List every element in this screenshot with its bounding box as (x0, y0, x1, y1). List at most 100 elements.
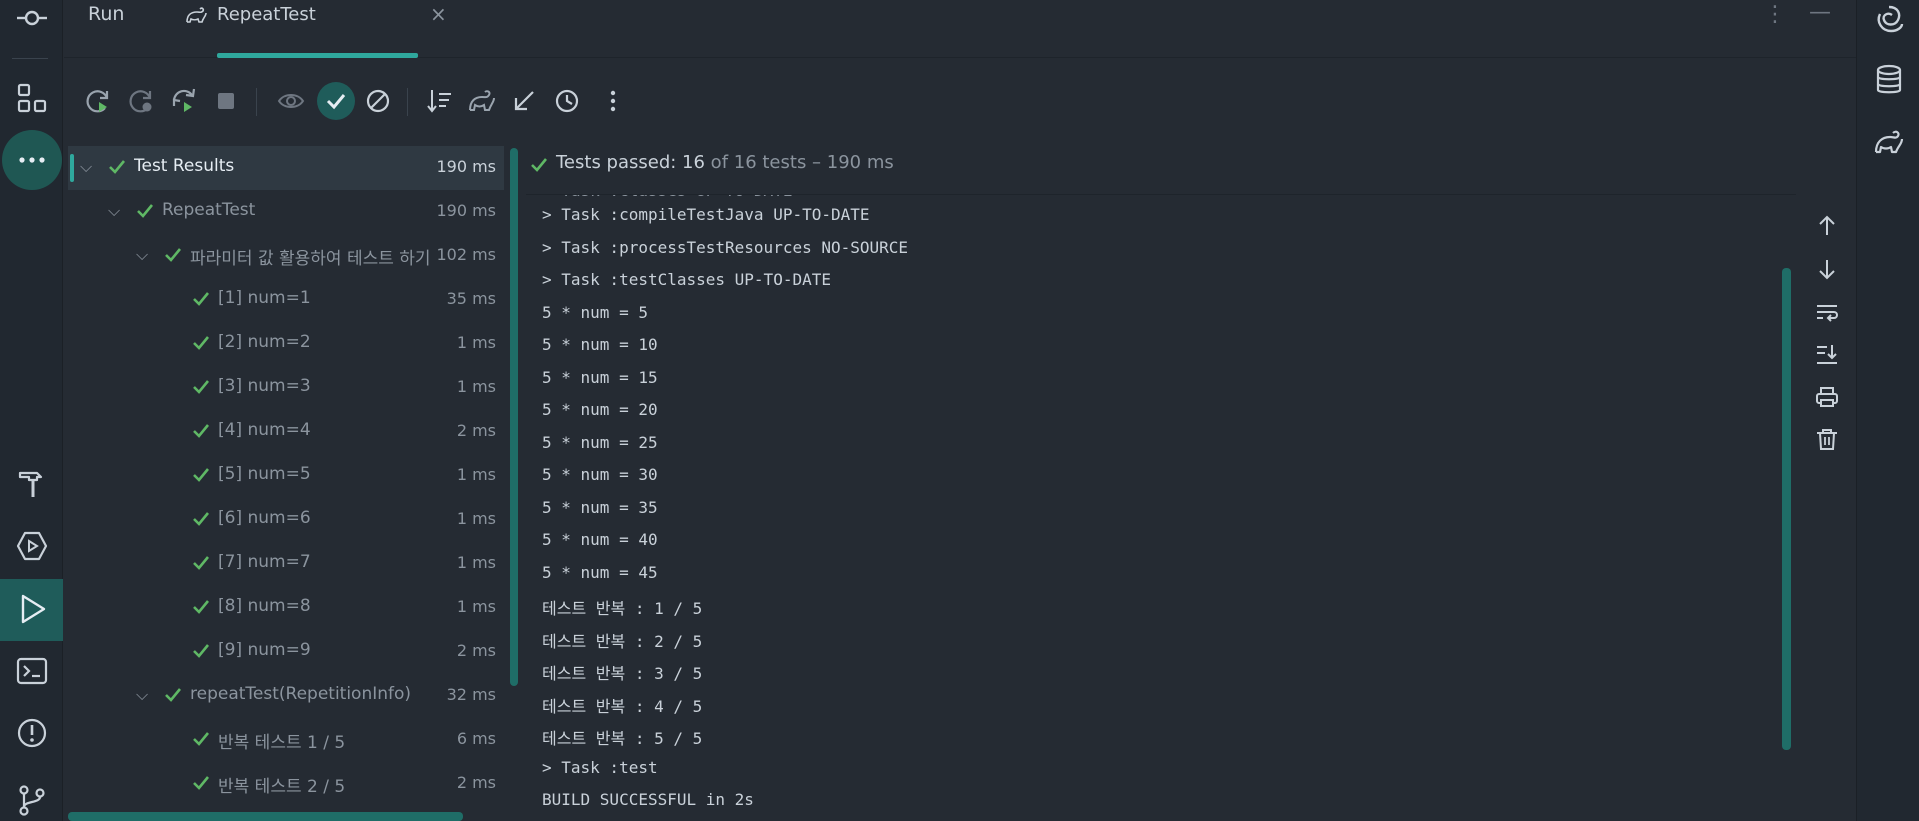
console-line: 테스트 반복 : 5 / 5 (542, 729, 703, 748)
tree-row[interactable]: [6] num=6 1 ms (68, 498, 504, 542)
collapse-icon[interactable] (504, 78, 544, 124)
tab-repeattest[interactable]: RepeatTest × (175, 0, 447, 58)
ai-assistant-icon[interactable] (1857, 0, 1919, 44)
test-status-bar: Tests passed: 16 of 16 tests – 190 ms (526, 150, 1796, 190)
passed-check-icon (190, 288, 212, 310)
show-ignored-icon[interactable] (271, 78, 311, 124)
test-duration: 1 ms (456, 509, 496, 528)
console-line: BUILD SUCCESSFUL in 2s (542, 790, 754, 809)
scroll-down-icon[interactable] (1802, 249, 1852, 289)
console-line: 5 * num = 20 (542, 400, 658, 419)
rerun-icon[interactable] (78, 78, 118, 124)
stop-icon[interactable] (206, 78, 246, 124)
git-icon[interactable] (0, 770, 63, 821)
test-name: [9] num=9 (218, 640, 311, 660)
tab-run[interactable]: Run (88, 3, 124, 25)
history-icon[interactable] (547, 78, 587, 124)
print-icon[interactable] (1802, 377, 1852, 417)
tree-row[interactable]: [5] num=5 1 ms (68, 454, 504, 498)
chevron-down-icon[interactable]: ⌵ (80, 157, 92, 177)
scroll-to-end-icon[interactable] (1802, 334, 1852, 374)
tree-row[interactable]: [2] num=2 1 ms (68, 322, 504, 366)
test-duration: 6 ms (456, 729, 496, 748)
scroll-up-icon[interactable] (1802, 206, 1852, 246)
clear-trash-icon[interactable] (1802, 419, 1852, 459)
console-line: 5 * num = 25 (542, 432, 658, 452)
import-tests-icon[interactable] (462, 78, 502, 124)
console-line: > Task :processTestResources NO-SOURCE (542, 237, 909, 257)
tree-row[interactable]: ⌵ repeatTest(RepetitionInfo) 32 ms (68, 674, 504, 718)
console-line: 5 * num = 30 (542, 465, 658, 484)
test-duration: 1 ms (456, 597, 496, 616)
build-hammer-icon[interactable] (0, 453, 63, 513)
passed-check-icon (134, 200, 156, 222)
console-line: > Task :testClasses UP-TO-DATE (542, 270, 831, 289)
chevron-down-icon[interactable]: ⌵ (136, 685, 148, 705)
passed-check-icon (190, 552, 212, 574)
test-name: [1] num=1 (218, 288, 311, 308)
test-duration: 1 ms (456, 465, 496, 484)
commit-icon[interactable] (0, 0, 63, 48)
console-line: > Task :test (542, 757, 658, 777)
database-icon[interactable] (1857, 55, 1919, 105)
tree-vertical-scrollbar[interactable] (510, 148, 518, 686)
chevron-down-icon[interactable]: ⌵ (108, 201, 120, 221)
active-tab-indicator (217, 53, 418, 58)
right-tool-strip (1856, 0, 1919, 821)
tree-row[interactable]: [7] num=7 1 ms (68, 542, 504, 586)
structure-icon[interactable] (0, 68, 63, 128)
test-name: [6] num=6 (218, 508, 311, 528)
passed-check-icon (162, 684, 184, 706)
left-tool-strip (0, 0, 63, 821)
soft-wrap-icon[interactable] (1802, 292, 1852, 332)
console-line: 5 * num = 10 (542, 335, 658, 354)
tree-row[interactable]: [4] num=4 2 ms (68, 410, 504, 454)
passed-check-icon (162, 244, 184, 266)
tree-horizontal-scrollbar[interactable] (68, 812, 463, 821)
selection-indicator (70, 154, 74, 182)
more-icon[interactable] (593, 78, 633, 124)
test-toolbar (64, 78, 764, 126)
test-name: [3] num=3 (218, 376, 311, 396)
test-name: [7] num=7 (218, 552, 311, 572)
test-name: 반복 테스트 2 / 5 (218, 777, 346, 797)
tree-row[interactable]: 반복 테스트 1 / 5 6 ms (68, 718, 504, 762)
test-duration: 35 ms (446, 289, 496, 308)
tree-row-test-results[interactable]: ⌵ Test Results 190 ms (68, 146, 504, 190)
passed-check-icon (190, 596, 212, 618)
tree-row[interactable]: ⌵ 파라미터 값 활용하여 테스트 하기 102 ms (68, 234, 504, 278)
console-line: 5 * num = 5 (542, 302, 648, 322)
tab-repeattest-label: RepeatTest (217, 4, 316, 25)
chevron-down-icon[interactable]: ⌵ (136, 245, 148, 265)
console-scrollbar[interactable] (1782, 268, 1791, 750)
toggle-auto-test-icon[interactable] (164, 78, 204, 124)
sort-icon[interactable] (420, 78, 460, 124)
tree-row[interactable]: [1] num=1 35 ms (68, 278, 504, 322)
tree-row[interactable]: [8] num=8 1 ms (68, 586, 504, 630)
services-icon[interactable] (0, 516, 63, 576)
terminal-icon[interactable] (0, 641, 63, 701)
test-duration: 1 ms (456, 553, 496, 572)
tree-row[interactable]: 반복 테스트 2 / 5 2 ms (68, 762, 504, 806)
test-name: repeatTest(RepetitionInfo) (190, 684, 412, 704)
close-icon[interactable]: × (430, 2, 447, 26)
show-ignored-toggle-icon[interactable] (358, 78, 398, 124)
more-options-icon[interactable]: ⋮ (1764, 2, 1786, 27)
test-name: RepeatTest (162, 200, 256, 220)
gradle-icon[interactable] (1857, 118, 1919, 168)
minimize-icon[interactable]: — (1809, 0, 1831, 25)
rerun-failed-icon[interactable] (121, 78, 161, 124)
passed-check-icon (190, 376, 212, 398)
tests-passed-summary: of 16 tests – 190 ms (704, 152, 894, 173)
console-output[interactable]: > Task :classes UP-TO-DATE > Task :compi… (526, 194, 1796, 821)
tree-row[interactable]: [3] num=3 1 ms (68, 366, 504, 410)
test-duration: 1 ms (456, 333, 496, 352)
test-name: [8] num=8 (218, 596, 311, 616)
run-icon[interactable] (0, 579, 63, 639)
more-tools-icon[interactable] (0, 130, 63, 190)
problems-icon[interactable] (0, 703, 63, 763)
show-passed-icon[interactable] (316, 78, 356, 124)
test-name: [4] num=4 (218, 420, 311, 440)
tree-row[interactable]: ⌵ RepeatTest 190 ms (68, 190, 504, 234)
tree-row[interactable]: [9] num=9 2 ms (68, 630, 504, 674)
